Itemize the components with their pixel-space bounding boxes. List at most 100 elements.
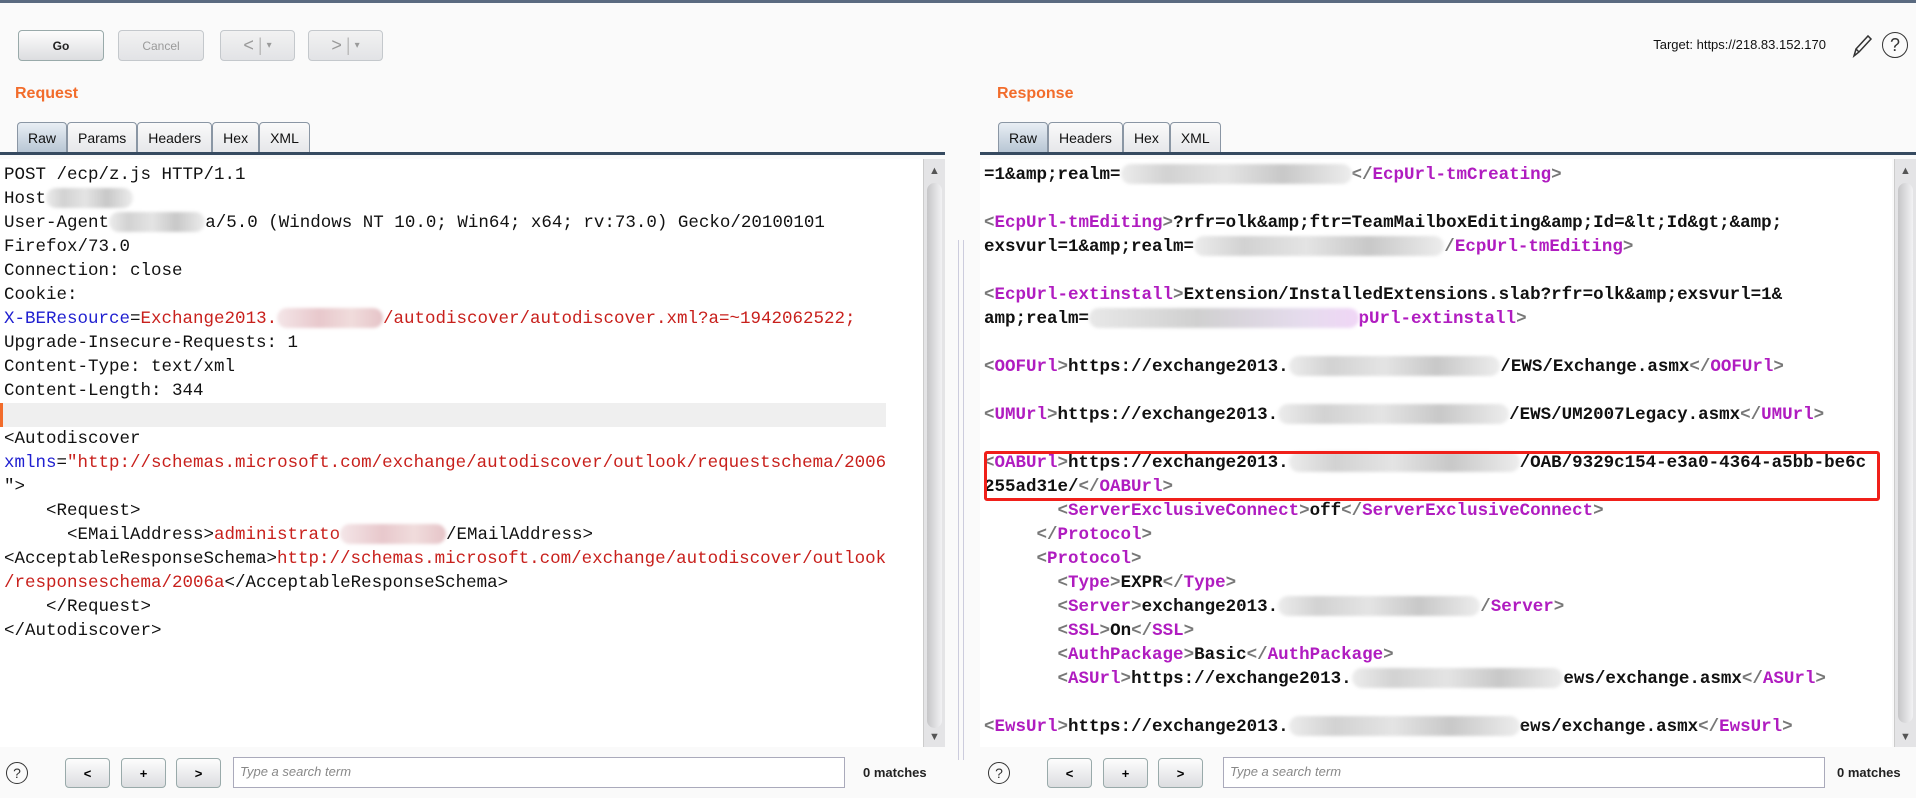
code-token: https://exchange2013.	[1068, 717, 1289, 737]
request-search-input[interactable]: Type a search term	[233, 757, 845, 788]
pane-splitter[interactable]	[958, 240, 964, 760]
redacted-region	[1288, 356, 1501, 377]
code-token: SSL	[1068, 621, 1100, 641]
code-token: </	[1689, 357, 1711, 377]
code-token: >	[1047, 405, 1058, 425]
code-token: <	[1036, 549, 1048, 569]
code-token: <	[1057, 645, 1069, 665]
code-token: <Autodiscover	[4, 429, 141, 449]
request-editor[interactable]: POST /ecp/z.js HTTP/1.1 Host User-Agent a/5…	[0, 159, 923, 747]
code-token: http://schemas.microsoft.com/exchange/au…	[277, 549, 887, 569]
pencil-icon[interactable]	[1850, 33, 1874, 59]
code-token: /EWS/Exchange.asmx	[1500, 357, 1690, 377]
response-scrollbar[interactable]: ▲ ▼	[1894, 159, 1916, 747]
code-line: =1&amp;realm= </EcpUrl-tmCreating>	[984, 163, 1866, 187]
code-token: OOFUrl	[994, 357, 1058, 377]
code-token: </Request>	[4, 597, 152, 617]
code-line: <Server>exchange2013./Server>	[984, 595, 1866, 619]
code-line: Firefox/73.0	[4, 235, 886, 259]
code-token: AuthPackage	[1068, 645, 1184, 665]
code-token: <EMailAddress>	[4, 525, 215, 545]
redacted-region	[1351, 668, 1564, 689]
code-line: /responseschema/2006a</AcceptableRespons…	[4, 571, 886, 595]
code-line: <AuthPackage>Basic</AuthPackage>	[984, 643, 1866, 667]
tab-hex[interactable]: Hex	[1122, 122, 1170, 152]
code-line: <EcpUrl-tmEditing>?rfr=olk&amp;ftr=TeamM…	[984, 211, 1866, 235]
tab-hex[interactable]: Hex	[212, 122, 260, 152]
scroll-up-icon[interactable]: ▲	[929, 165, 940, 177]
code-token: >	[1141, 525, 1153, 545]
search-prev-button[interactable]: <	[1047, 758, 1092, 788]
redacted-region	[1089, 308, 1359, 329]
code-line: POST /ecp/z.js HTTP/1.1	[4, 163, 886, 187]
tab-headers[interactable]: Headers	[137, 122, 213, 152]
code-token: OOFUrl	[1710, 357, 1774, 377]
code-line: xmlns="http://schemas.microsoft.com/exch…	[4, 451, 886, 475]
highlight-box	[984, 451, 1880, 501]
scroll-up-icon[interactable]: ▲	[1900, 165, 1911, 177]
search-help-icon[interactable]: ?	[6, 762, 28, 784]
search-add-button[interactable]: +	[1103, 758, 1148, 788]
forward-button[interactable]: > | ▾	[308, 30, 383, 61]
code-token: /autodiscover/autodiscover.xml?a=~194206…	[382, 309, 856, 329]
code-token: >	[1057, 357, 1069, 377]
code-token: >	[1110, 573, 1121, 593]
go-button[interactable]: Go	[18, 30, 104, 61]
tab-raw[interactable]: Raw	[17, 122, 68, 152]
response-search-input[interactable]: Type a search term	[1223, 757, 1825, 788]
code-token: </	[1246, 645, 1268, 665]
code-token: ASUrl	[1762, 669, 1816, 689]
search-prev-button[interactable]: <	[65, 758, 110, 788]
code-token: >	[1773, 357, 1784, 377]
scroll-thumb[interactable]	[1898, 183, 1913, 723]
code-line: amp;realm= pUrl-extinstall>	[984, 307, 1866, 331]
code-token: EcpUrl-extinstall	[994, 285, 1174, 305]
request-text[interactable]: POST /ecp/z.js HTTP/1.1 Host User-Agent a/5…	[0, 163, 887, 643]
back-menu-icon[interactable]: ▾	[267, 40, 272, 51]
request-scrollbar[interactable]: ▲ ▼	[923, 159, 945, 747]
code-token: <AcceptableResponseSchema>	[4, 549, 278, 569]
scroll-thumb[interactable]	[927, 183, 942, 728]
code-line: <OOFUrl>https://exchange2013./EWS/Exchan…	[984, 355, 1866, 379]
code-token: >	[1553, 597, 1565, 617]
search-help-icon[interactable]: ?	[988, 762, 1010, 784]
code-token: EcpUrl-tmEditing	[994, 213, 1163, 233]
code-line: <Autodiscover	[4, 427, 886, 451]
scroll-down-icon[interactable]: ▼	[1900, 731, 1911, 743]
help-icon[interactable]: ?	[1882, 32, 1908, 58]
search-next-button[interactable]: >	[176, 758, 221, 788]
response-match-count: 0 matches	[1837, 765, 1901, 780]
tab-params[interactable]: Params	[67, 122, 138, 152]
code-token: UMUrl	[994, 405, 1048, 425]
code-token: Server	[1068, 597, 1132, 617]
cancel-button[interactable]: Cancel	[118, 30, 204, 61]
code-token: </	[1741, 669, 1763, 689]
code-token: </	[1341, 501, 1363, 521]
back-button[interactable]: < | ▾	[220, 30, 295, 61]
redacted-region	[1278, 404, 1510, 425]
code-token: >	[1099, 621, 1111, 641]
tab-headers[interactable]: Headers	[1048, 122, 1123, 152]
code-token: Basic	[1194, 645, 1247, 665]
code-token: exchange2013.	[1141, 597, 1279, 617]
code-line: <Type>EXPR</Type>	[984, 571, 1866, 595]
tab-raw[interactable]: Raw	[998, 122, 1049, 152]
search-next-button[interactable]: >	[1158, 758, 1203, 788]
redacted-region	[109, 212, 206, 233]
redacted-region	[1278, 596, 1481, 617]
forward-menu-icon[interactable]: ▾	[355, 40, 360, 51]
code-token: https://exchange2013.	[1068, 357, 1289, 377]
tab-xml[interactable]: XML	[1169, 122, 1221, 152]
code-token: <	[1057, 621, 1069, 641]
code-token: <	[984, 405, 995, 425]
code-token: >	[1225, 573, 1237, 593]
scroll-down-icon[interactable]: ▼	[929, 731, 940, 743]
tab-xml[interactable]: XML	[259, 122, 310, 152]
search-add-button[interactable]: +	[121, 758, 166, 788]
redacted-region	[46, 188, 133, 209]
code-token: Upgrade-Insecure-Requests: 1	[4, 333, 299, 353]
